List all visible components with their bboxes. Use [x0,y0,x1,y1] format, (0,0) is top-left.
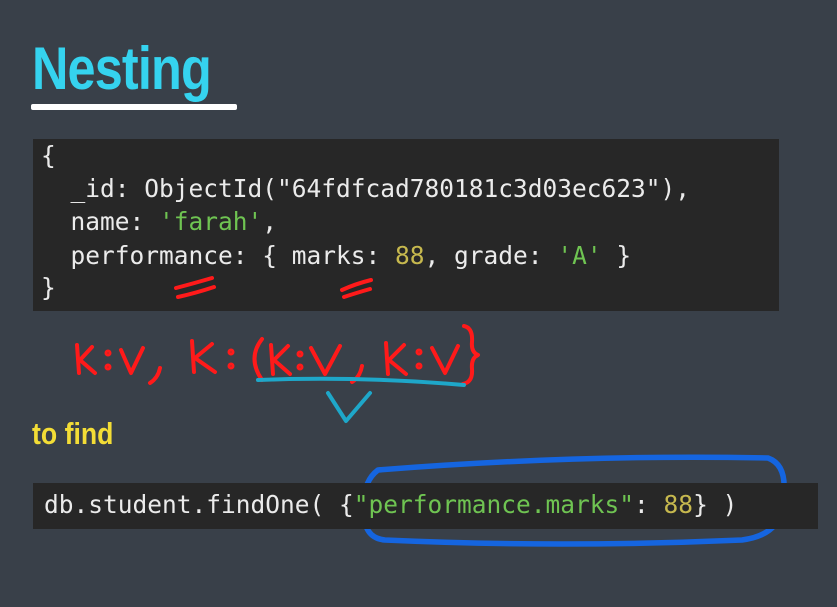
query-line: db.student.findOne( {"performance.marks"… [44,490,738,519]
teal-grouping-mark [256,376,466,423]
red-underline-marks [174,276,373,299]
query-value: 88 [663,490,694,519]
query-key: "performance.marks" [353,490,635,519]
query-code-block: db.student.findOne( {"performance.marks"… [33,483,818,529]
section-subheading: to find [32,416,114,451]
handwritten-formula [75,324,480,386]
